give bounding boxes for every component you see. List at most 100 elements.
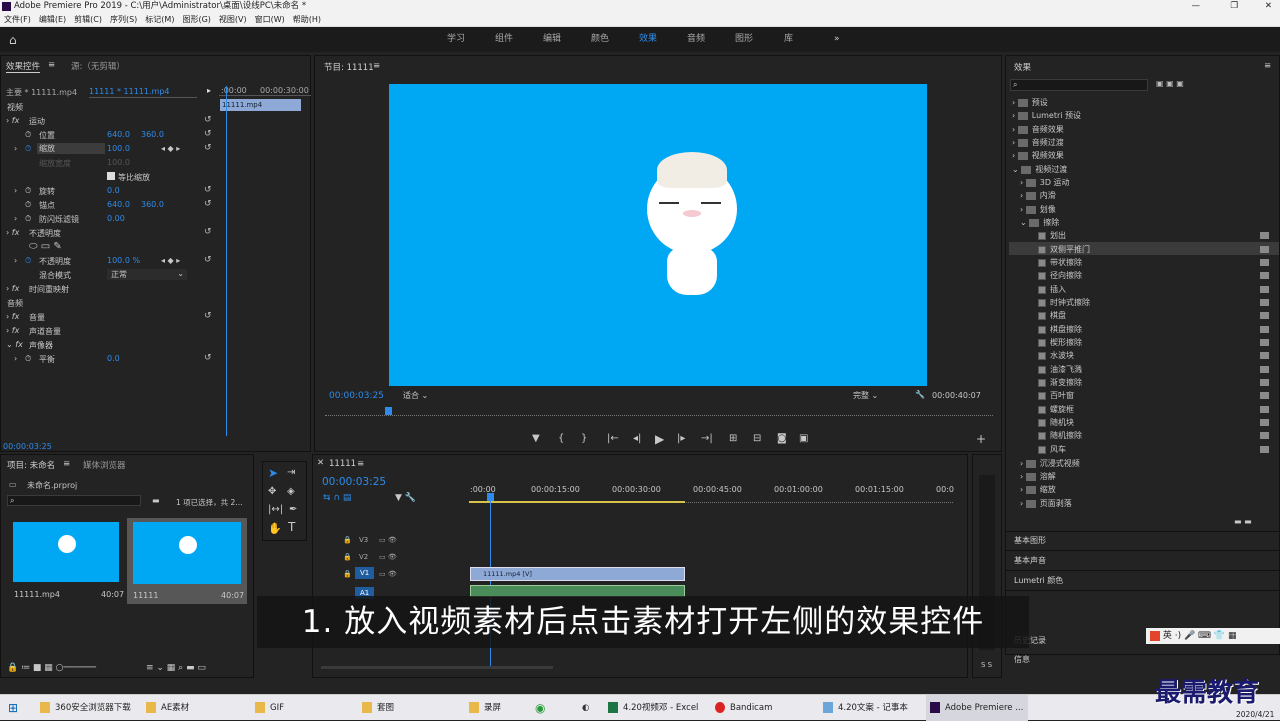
workspace-color[interactable]: 颜色 bbox=[591, 27, 609, 52]
reset-icon[interactable]: ↺ bbox=[204, 353, 212, 363]
reset-icon[interactable]: ↺ bbox=[204, 255, 212, 265]
mask-shape-icons[interactable]: ⬭ ▭ ✎ bbox=[29, 241, 62, 252]
menu-help[interactable]: 帮助(H) bbox=[293, 15, 321, 24]
tree-audio-transitions[interactable]: 音频过渡 bbox=[1032, 138, 1064, 147]
preset-filter-icons[interactable]: ▣ ▣ ▣ bbox=[1156, 79, 1184, 88]
reset-icon[interactable]: ↺ bbox=[204, 311, 212, 321]
razor-tool-icon[interactable]: ◈ bbox=[287, 486, 295, 497]
mark-in-icon[interactable]: { bbox=[558, 433, 564, 444]
lift-icon[interactable]: ⊞ bbox=[729, 433, 737, 444]
wipe-item[interactable]: 划出 bbox=[1050, 231, 1066, 240]
tree-wipe[interactable]: 擦除 bbox=[1043, 218, 1059, 227]
panel-info[interactable]: 信息 bbox=[1014, 654, 1030, 665]
new-folder-icon[interactable]: ▬ ▬ bbox=[1234, 517, 1252, 526]
tree-immersive[interactable]: 沉浸式视频 bbox=[1040, 459, 1080, 468]
clip-chip[interactable]: 11111.mp4 bbox=[220, 99, 301, 111]
track-select-tool-icon[interactable]: ⇥ bbox=[287, 467, 295, 478]
wechat-icon[interactable]: ◉ bbox=[535, 695, 545, 721]
effect-controls-tab[interactable]: 效果控件 bbox=[6, 60, 41, 73]
taskbar-item[interactable]: AE素材 bbox=[146, 695, 189, 721]
tree-video-effects[interactable]: 视频效果 bbox=[1032, 151, 1064, 160]
selection-tool-icon[interactable]: ➤ bbox=[268, 466, 278, 480]
project-footer-tools[interactable]: ≡ ⌄ ▦ ⌕ ▬ ▭ bbox=[146, 663, 206, 673]
wrench-icon[interactable]: 🔧 bbox=[915, 390, 925, 399]
balance-value[interactable]: 0.0 bbox=[107, 354, 120, 363]
video-clip[interactable]: 11111.mp4 [V] bbox=[470, 567, 685, 581]
project-tab[interactable]: 项目: 未命名 bbox=[7, 459, 55, 471]
close-button[interactable]: ✕ bbox=[1265, 0, 1272, 13]
wipe-item[interactable]: 渐变擦除 bbox=[1050, 378, 1082, 387]
compare-icon[interactable]: ▣ bbox=[799, 433, 808, 444]
ripple-edit-tool-icon[interactable]: ✥ bbox=[268, 486, 276, 497]
wipe-item[interactable]: 楔形擦除 bbox=[1050, 338, 1082, 347]
edge-icon[interactable]: ◐ bbox=[582, 695, 589, 721]
minimize-button[interactable]: — bbox=[1192, 0, 1201, 13]
reset-icon[interactable]: ↺ bbox=[204, 143, 212, 153]
tree-dissolve[interactable]: 溶解 bbox=[1040, 472, 1056, 481]
taskbar-item[interactable]: GIF bbox=[255, 695, 284, 721]
workspace-graphics[interactable]: 图形 bbox=[735, 27, 753, 52]
pen-tool-icon[interactable]: ✒ bbox=[289, 504, 297, 515]
more-workspaces-icon[interactable]: » bbox=[834, 27, 840, 52]
reset-icon[interactable]: ↺ bbox=[204, 115, 212, 125]
tree-iris[interactable]: 划像 bbox=[1040, 205, 1056, 214]
program-playhead[interactable] bbox=[385, 407, 392, 415]
timeline-playhead[interactable] bbox=[487, 493, 494, 501]
wipe-item[interactable]: 棋盘擦除 bbox=[1050, 325, 1082, 334]
tree-lumetri-presets[interactable]: Lumetri 预设 bbox=[1032, 111, 1081, 120]
menu-edit[interactable]: 编辑(E) bbox=[39, 15, 66, 24]
menu-view[interactable]: 视图(V) bbox=[219, 15, 247, 24]
tree-slide[interactable]: 内滑 bbox=[1040, 191, 1056, 200]
anchor-x[interactable]: 640.0 bbox=[107, 200, 130, 209]
wipe-item[interactable]: 风车 bbox=[1050, 445, 1066, 454]
bin-icon[interactable]: ▬ bbox=[152, 496, 160, 505]
wipe-item[interactable]: 棋盘 bbox=[1050, 311, 1066, 320]
tree-page-peel[interactable]: 页面剥落 bbox=[1040, 499, 1072, 508]
program-label[interactable]: 节目: 11111 bbox=[324, 61, 374, 73]
source-tab[interactable]: 源:（无剪辑） bbox=[71, 60, 125, 72]
effects-search-input[interactable]: ⌕ bbox=[1010, 79, 1148, 91]
tree-3d-motion[interactable]: 3D 运动 bbox=[1040, 178, 1070, 187]
reset-icon[interactable]: ↺ bbox=[204, 129, 212, 139]
step-back-icon[interactable]: ◂| bbox=[633, 433, 641, 444]
wipe-item[interactable]: 时钟式擦除 bbox=[1050, 298, 1090, 307]
timeline-scrollbar[interactable] bbox=[321, 666, 553, 669]
wipe-item[interactable]: 径向擦除 bbox=[1050, 271, 1082, 280]
taskbar-item[interactable]: 360安全浏览器下载 bbox=[40, 695, 131, 721]
go-to-out-icon[interactable]: →| bbox=[701, 433, 713, 444]
maximize-button[interactable]: ❐ bbox=[1230, 0, 1238, 13]
ime-language[interactable]: 英 bbox=[1163, 631, 1172, 641]
rotation-value[interactable]: 0.0 bbox=[107, 186, 120, 195]
track-v3[interactable]: V3 bbox=[359, 536, 368, 544]
uniform-scale-checkbox[interactable] bbox=[107, 172, 115, 180]
panel-essential-graphics[interactable]: 基本图形 bbox=[1014, 535, 1046, 546]
workspace-learn[interactable]: 学习 bbox=[447, 27, 465, 52]
wipe-item[interactable]: 油漆飞溅 bbox=[1050, 365, 1082, 374]
tree-video-transitions[interactable]: 视频过渡 bbox=[1035, 165, 1067, 174]
extract-icon[interactable]: ⊟ bbox=[753, 433, 761, 444]
menu-marker[interactable]: 标记(M) bbox=[145, 15, 174, 24]
program-scrubber[interactable] bbox=[325, 406, 993, 416]
tree-presets[interactable]: 预设 bbox=[1032, 98, 1048, 107]
anchor-y[interactable]: 360.0 bbox=[141, 200, 164, 209]
program-timecode[interactable]: 00:00:03:25 bbox=[329, 391, 384, 401]
reset-icon[interactable]: ↺ bbox=[204, 227, 212, 237]
menu-sequence[interactable]: 序列(S) bbox=[110, 15, 137, 24]
add-marker-icon[interactable]: ▼ bbox=[532, 433, 540, 444]
clip-select[interactable]: 11111 * 11111.mp4 bbox=[89, 87, 197, 98]
workspace-libraries[interactable]: 库 bbox=[784, 27, 793, 52]
blend-select[interactable]: 正常 ⌄ bbox=[107, 269, 187, 280]
marker-wrench-icons[interactable]: ▼ 🔧 bbox=[395, 493, 416, 503]
workspace-assembly[interactable]: 组件 bbox=[495, 27, 513, 52]
camera-icon[interactable]: ◙ bbox=[777, 433, 787, 444]
type-tool-icon[interactable]: T bbox=[288, 520, 295, 534]
menu-graphics[interactable]: 图形(G) bbox=[182, 15, 210, 24]
project-search-input[interactable]: ⌕ bbox=[7, 495, 141, 506]
sequence-tab[interactable]: 11111 bbox=[329, 459, 356, 469]
wipe-item[interactable]: 插入 bbox=[1050, 285, 1066, 294]
position-y[interactable]: 360.0 bbox=[141, 130, 164, 139]
ime-toolbar[interactable]: 英 ·) 🎤 ⌨ 👕 ▦ bbox=[1146, 628, 1280, 644]
windows-start-icon[interactable]: ⊞ bbox=[8, 695, 18, 721]
project-item[interactable]: 11111.mp4 40:07 bbox=[9, 518, 124, 600]
reset-icon[interactable]: ↺ bbox=[204, 199, 212, 209]
